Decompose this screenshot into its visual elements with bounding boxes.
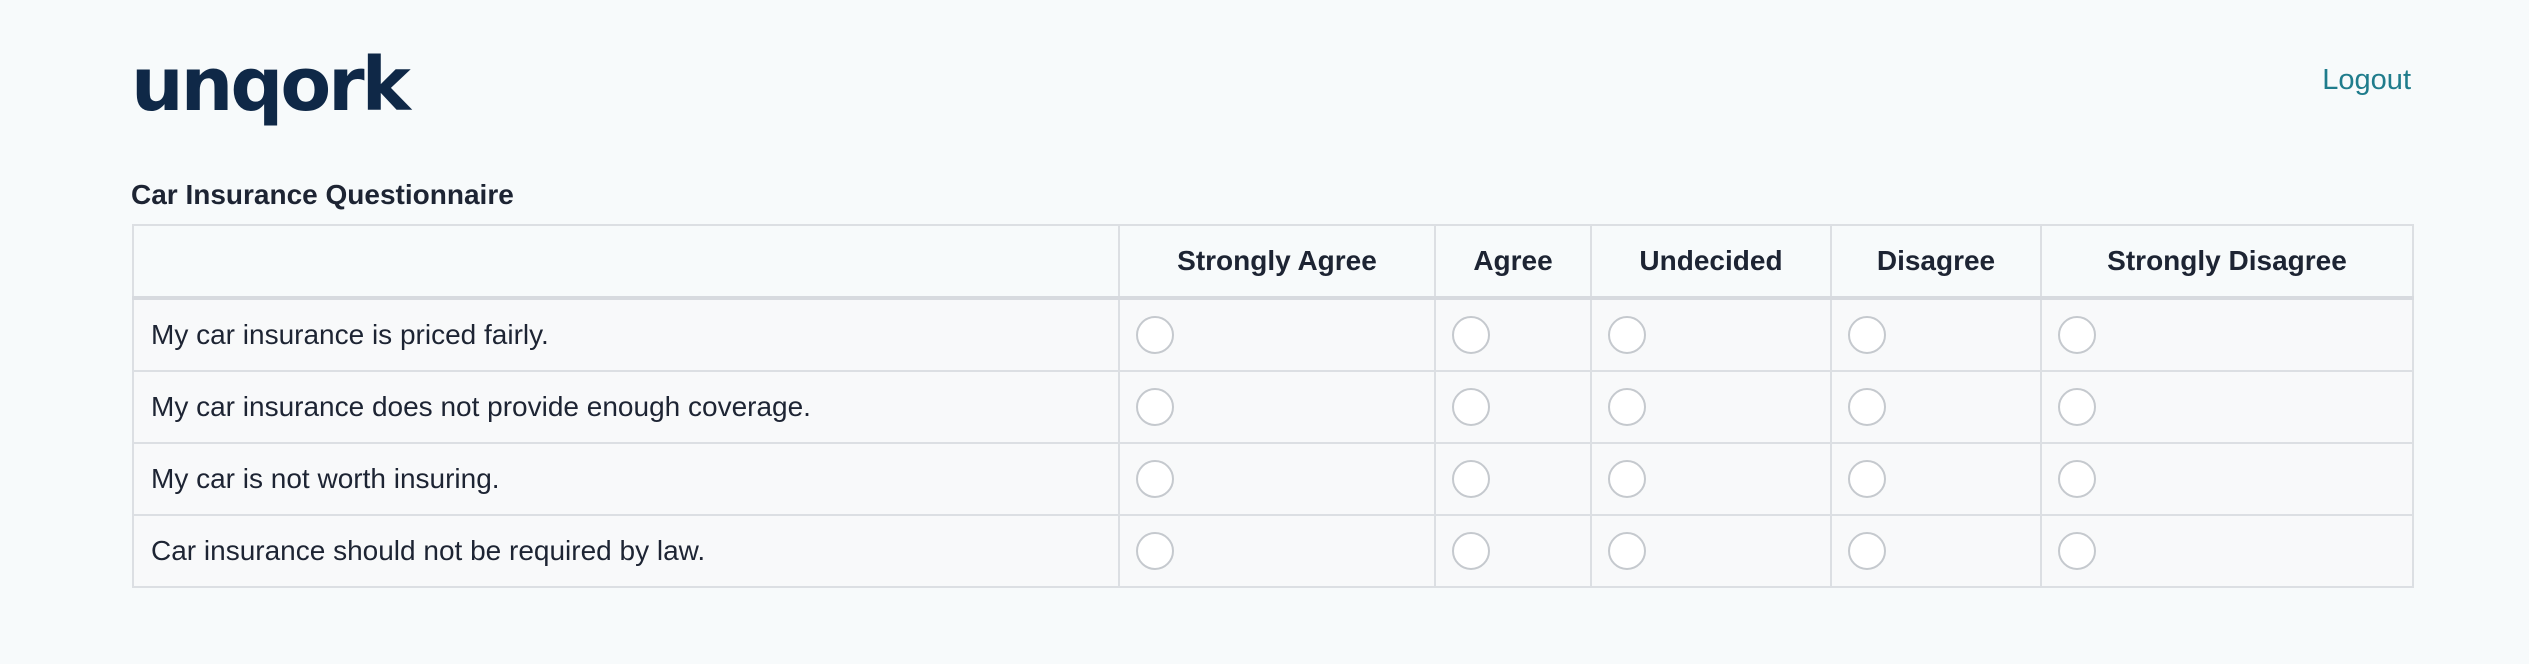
- radio-strongly-agree[interactable]: [1136, 388, 1174, 426]
- cell-disagree: [1830, 370, 2042, 444]
- cell-strongly-agree: [1118, 442, 1436, 516]
- column-header-strongly-agree: Strongly Agree: [1118, 224, 1436, 300]
- radio-agree[interactable]: [1452, 316, 1490, 354]
- question-label: My car is not worth insuring.: [132, 442, 1120, 516]
- cell-strongly-agree: [1118, 514, 1436, 588]
- cell-disagree: [1830, 297, 2042, 372]
- table-header-row: Strongly Agree Agree Undecided Disagree …: [132, 224, 2414, 300]
- cell-agree: [1434, 370, 1592, 444]
- cell-disagree: [1830, 442, 2042, 516]
- cell-undecided: [1590, 370, 1832, 444]
- radio-strongly-agree[interactable]: [1136, 460, 1174, 498]
- radio-disagree[interactable]: [1848, 460, 1886, 498]
- cell-undecided: [1590, 297, 1832, 372]
- question-label: My car insurance is priced fairly.: [132, 297, 1120, 372]
- radio-disagree[interactable]: [1848, 532, 1886, 570]
- radio-strongly-agree[interactable]: [1136, 316, 1174, 354]
- radio-strongly-disagree[interactable]: [2058, 316, 2096, 354]
- radio-strongly-disagree[interactable]: [2058, 460, 2096, 498]
- radio-undecided[interactable]: [1608, 316, 1646, 354]
- column-header-undecided: Undecided: [1590, 224, 1832, 300]
- cell-strongly-disagree: [2040, 442, 2414, 516]
- table-row: My car insurance is priced fairly.: [132, 297, 2414, 372]
- radio-disagree[interactable]: [1848, 388, 1886, 426]
- column-header-strongly-disagree: Strongly Disagree: [2040, 224, 2414, 300]
- radio-strongly-agree[interactable]: [1136, 532, 1174, 570]
- cell-strongly-disagree: [2040, 514, 2414, 588]
- radio-undecided[interactable]: [1608, 460, 1646, 498]
- radio-agree[interactable]: [1452, 388, 1490, 426]
- cell-strongly-agree: [1118, 370, 1436, 444]
- header: unqork Logout: [131, 40, 2411, 130]
- cell-strongly-disagree: [2040, 370, 2414, 444]
- radio-disagree[interactable]: [1848, 316, 1886, 354]
- cell-strongly-disagree: [2040, 297, 2414, 372]
- table-row: Car insurance should not be required by …: [132, 514, 2414, 588]
- page: unqork Logout Car Insurance Questionnair…: [0, 0, 2529, 664]
- form-title: Car Insurance Questionnaire: [131, 179, 514, 210]
- cell-disagree: [1830, 514, 2042, 588]
- question-label: Car insurance should not be required by …: [132, 514, 1120, 588]
- radio-agree[interactable]: [1452, 532, 1490, 570]
- radio-undecided[interactable]: [1608, 532, 1646, 570]
- cell-agree: [1434, 442, 1592, 516]
- table-row: My car insurance does not provide enough…: [132, 370, 2414, 444]
- cell-undecided: [1590, 514, 1832, 588]
- logo: unqork: [131, 42, 411, 128]
- cell-undecided: [1590, 442, 1832, 516]
- cell-agree: [1434, 514, 1592, 588]
- question-label: My car insurance does not provide enough…: [132, 370, 1120, 444]
- table-row: My car is not worth insuring.: [132, 442, 2414, 516]
- cell-agree: [1434, 297, 1592, 372]
- radio-strongly-disagree[interactable]: [2058, 532, 2096, 570]
- radio-agree[interactable]: [1452, 460, 1490, 498]
- radio-strongly-disagree[interactable]: [2058, 388, 2096, 426]
- survey-table: Strongly Agree Agree Undecided Disagree …: [132, 224, 2414, 588]
- column-header-disagree: Disagree: [1830, 224, 2042, 300]
- column-header-question: [132, 224, 1120, 300]
- radio-undecided[interactable]: [1608, 388, 1646, 426]
- logout-link[interactable]: Logout: [2322, 64, 2411, 97]
- cell-strongly-agree: [1118, 297, 1436, 372]
- column-header-agree: Agree: [1434, 224, 1592, 300]
